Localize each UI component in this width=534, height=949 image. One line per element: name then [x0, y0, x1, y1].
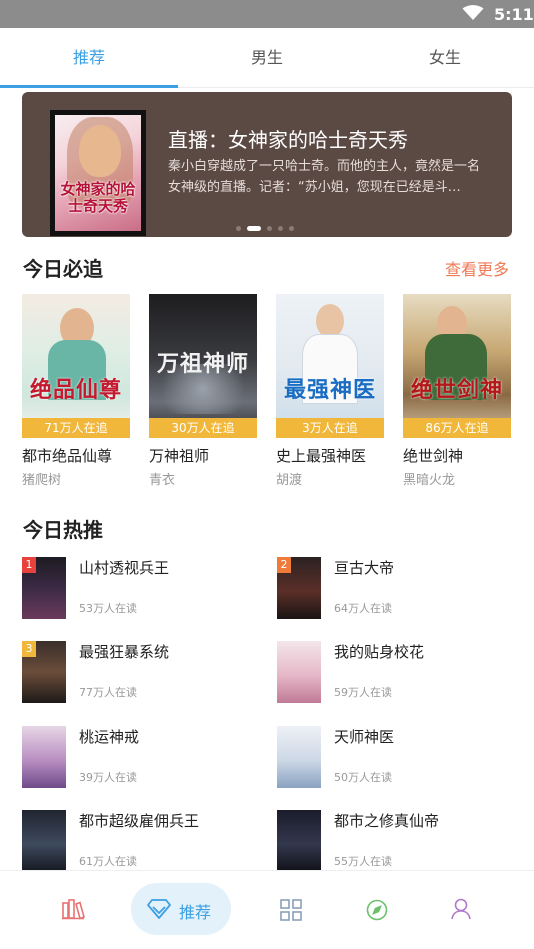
- followers-badge: 71万人在追: [22, 418, 130, 438]
- tab-male[interactable]: 男生: [178, 28, 356, 88]
- book-title: 天师神医: [334, 728, 395, 746]
- reader-count: 61万人在读: [79, 855, 137, 868]
- tab-female[interactable]: 女生: [356, 28, 534, 88]
- book-title: 都市超级雇佣兵王: [79, 812, 200, 830]
- clock: 5:11: [494, 5, 534, 24]
- nav-discover[interactable]: [354, 871, 400, 949]
- cover-text: 最强神医: [283, 377, 376, 403]
- book-author: 猪爬树: [22, 473, 62, 488]
- book-title: 山村透视兵王: [79, 559, 170, 577]
- carousel-dot: [278, 226, 283, 231]
- book-cover: 2: [277, 557, 321, 619]
- gem-icon: [147, 899, 171, 923]
- book-cover: [22, 726, 66, 788]
- book-title: 最强狂暴系统: [79, 643, 170, 661]
- book-cover: [22, 810, 66, 872]
- carousel-indicator: [236, 226, 300, 232]
- reader-count: 64万人在读: [334, 602, 392, 615]
- nav-recommend-label: 推荐: [179, 903, 212, 922]
- rank-badge: 3: [22, 641, 36, 657]
- carousel-dot: [289, 226, 294, 231]
- carousel-dot: [267, 226, 272, 231]
- hot-list-item[interactable]: 天师神医 50万人在读: [277, 726, 517, 790]
- reader-count: 39万人在读: [79, 771, 137, 784]
- nav-recommend[interactable]: 推荐: [131, 883, 231, 935]
- status-bar: 5:11: [0, 0, 534, 28]
- book-cover: 3: [22, 641, 66, 703]
- book-title: 桃运神戒: [79, 728, 140, 746]
- reader-count: 77万人在读: [79, 686, 137, 699]
- book-cover: 绝世剑神 86万人在追: [403, 294, 511, 438]
- book-card[interactable]: 最强神医 3万人在追 史上最强神医 胡渡: [276, 294, 384, 488]
- nav-profile[interactable]: [438, 871, 484, 949]
- reader-count: 55万人在读: [334, 855, 392, 868]
- banner-title: 直播：女神家的哈士奇天秀: [168, 128, 408, 152]
- book-card[interactable]: 绝品仙尊 71万人在追 都市绝品仙尊 猪爬树: [22, 294, 130, 488]
- nav-categories[interactable]: [268, 871, 314, 949]
- banner-cover-text: 女神家的哈士奇天秀: [60, 180, 136, 215]
- carousel-dot: [236, 226, 241, 231]
- book-cover: 绝品仙尊 71万人在追: [22, 294, 130, 438]
- book-cover: 最强神医 3万人在追: [276, 294, 384, 438]
- book-title: 我的贴身校花: [334, 643, 425, 661]
- book-card[interactable]: 万祖神师 30万人在追 万神祖师 青衣: [149, 294, 257, 488]
- followers-badge: 3万人在追: [276, 418, 384, 438]
- reader-count: 50万人在读: [334, 771, 392, 784]
- book-title: 史上最强神医: [276, 447, 367, 465]
- section-title-must-read: 今日必追: [23, 257, 103, 281]
- book-title: 都市之修真仙帝: [334, 812, 440, 830]
- bookshelf-icon: [61, 898, 85, 924]
- book-author: 黑暗火龙: [403, 473, 456, 488]
- app-root: { "status_bar": { "time": "5:11" }, "tab…: [0, 0, 534, 949]
- book-title: 都市绝品仙尊: [22, 447, 113, 465]
- grid-icon: [280, 899, 302, 925]
- book-cover: [277, 726, 321, 788]
- book-title: 亘古大帝: [334, 559, 395, 577]
- book-cover: 1: [22, 557, 66, 619]
- book-author: 胡渡: [276, 473, 303, 488]
- category-tabs: 推荐 男生 女生: [0, 28, 534, 88]
- wifi-icon: [462, 5, 484, 25]
- see-more-link[interactable]: 查看更多: [445, 256, 509, 280]
- cover-text: 绝世剑神: [410, 377, 503, 403]
- reader-count: 53万人在读: [79, 602, 137, 615]
- cover-text: 绝品仙尊: [29, 377, 122, 403]
- bottom-navigation: 推荐: [0, 870, 534, 949]
- banner-book-cover: 女神家的哈士奇天秀: [50, 110, 146, 236]
- hot-list-item[interactable]: 桃运神戒 39万人在读: [22, 726, 262, 790]
- followers-badge: 30万人在追: [149, 418, 257, 438]
- hot-list-item[interactable]: 都市超级雇佣兵王 61万人在读: [22, 810, 262, 874]
- reader-count: 59万人在读: [334, 686, 392, 699]
- featured-banner[interactable]: 女神家的哈士奇天秀 直播：女神家的哈士奇天秀 秦小白穿越成了一只哈士奇。而他的主…: [22, 92, 512, 237]
- user-icon: [451, 898, 471, 924]
- hot-list-item[interactable]: 我的贴身校花 59万人在读: [277, 641, 517, 705]
- tab-indicator: [0, 85, 178, 88]
- tab-recommend[interactable]: 推荐: [0, 28, 178, 88]
- nav-bookshelf[interactable]: [50, 871, 96, 949]
- compass-icon: [366, 899, 388, 925]
- cover-text: 万祖神师: [156, 351, 249, 377]
- book-title: 绝世剑神: [403, 447, 464, 465]
- hot-list-item[interactable]: 都市之修真仙帝 55万人在读: [277, 810, 517, 874]
- hot-list-item[interactable]: 2 亘古大帝 64万人在读: [277, 557, 517, 621]
- book-title: 万神祖师: [149, 447, 210, 465]
- book-card[interactable]: 绝世剑神 86万人在追 绝世剑神 黑暗火龙: [403, 294, 511, 488]
- hot-list-item[interactable]: 3 最强狂暴系统 77万人在读: [22, 641, 262, 705]
- book-author: 青衣: [149, 473, 176, 488]
- carousel-dot-active: [247, 226, 261, 231]
- banner-description: 秦小白穿越成了一只哈士奇。而他的主人，竟然是一名女神级的直播。记者：“苏小姐，您…: [168, 159, 481, 195]
- hot-list-item[interactable]: 1 山村透视兵王 53万人在读: [22, 557, 262, 621]
- followers-badge: 86万人在追: [403, 418, 511, 438]
- book-cover: [277, 810, 321, 872]
- book-cover: 万祖神师 30万人在追: [149, 294, 257, 438]
- rank-badge: 1: [22, 557, 36, 573]
- section-title-hot: 今日热推: [23, 518, 103, 542]
- rank-badge: 2: [277, 557, 291, 573]
- book-cover: [277, 641, 321, 703]
